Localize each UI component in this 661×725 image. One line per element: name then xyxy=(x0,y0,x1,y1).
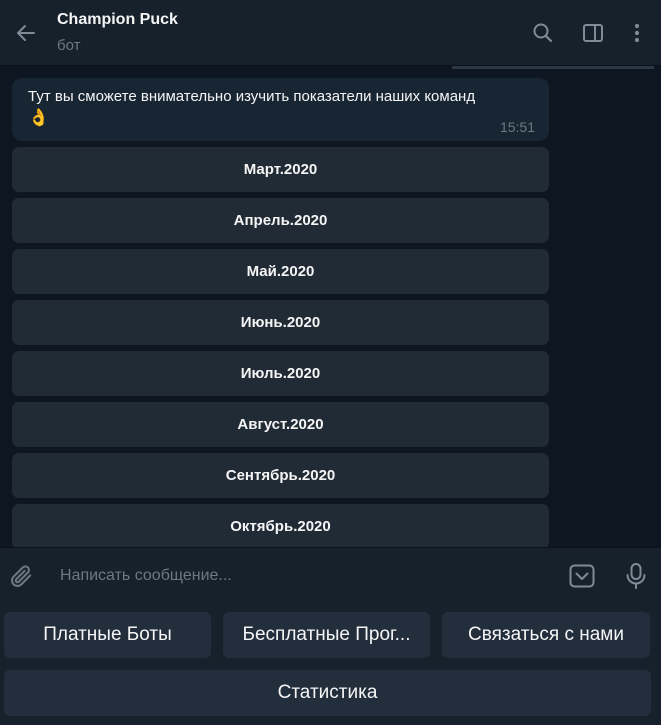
search-icon xyxy=(533,23,553,43)
telegram-chat-window: Champion Puck бот Тут вы сможете внимате… xyxy=(0,0,661,725)
paperclip-icon xyxy=(11,565,32,587)
inline-button-october[interactable]: Октябрь.2020 xyxy=(12,504,549,547)
reply-keyboard: Платные Боты Бесплатные Прог... Связатьс… xyxy=(0,603,661,725)
inline-button-march[interactable]: Март.2020 xyxy=(12,147,549,192)
inline-button-august[interactable]: Август.2020 xyxy=(12,402,549,447)
inline-button-june[interactable]: Июнь.2020 xyxy=(12,300,549,345)
inline-button-april[interactable]: Апрель.2020 xyxy=(12,198,549,243)
chat-title[interactable]: Champion Puck xyxy=(57,11,178,29)
keyboard-button-paid-bots[interactable]: Платные Боты xyxy=(4,612,211,658)
message-time: 15:51 xyxy=(499,119,535,135)
microphone-icon xyxy=(626,563,646,589)
back-arrow-icon xyxy=(17,25,35,41)
sidebar-toggle-icon xyxy=(583,24,603,42)
more-button[interactable] xyxy=(623,19,651,47)
message-input[interactable] xyxy=(58,562,538,590)
ok-hand-emoji-icon: 👌 xyxy=(28,108,50,127)
sidebar-toggle-button[interactable] xyxy=(579,19,607,47)
search-button[interactable] xyxy=(529,19,557,47)
keyboard-button-free-programs[interactable]: Бесплатные Прог... xyxy=(223,612,430,658)
inline-button-september[interactable]: Сентябрь.2020 xyxy=(12,453,549,498)
inline-button-may[interactable]: Май.2020 xyxy=(12,249,549,294)
keyboard-button-contact-us[interactable]: Связаться с нами xyxy=(442,612,650,658)
attach-button[interactable] xyxy=(6,561,36,591)
message-composer xyxy=(0,547,661,603)
chat-header: Champion Puck бот xyxy=(0,0,661,66)
more-vertical-icon xyxy=(634,23,640,43)
message-list[interactable]: Тут вы сможете внимательно изучить показ… xyxy=(0,67,661,547)
inline-button-july[interactable]: Июль.2020 xyxy=(12,351,549,396)
back-button[interactable] xyxy=(10,17,42,49)
keyboard-toggle-icon xyxy=(569,564,595,588)
bot-keyboard-toggle-button[interactable] xyxy=(567,561,597,591)
voice-record-button[interactable] xyxy=(622,561,650,591)
keyboard-button-statistics[interactable]: Статистика xyxy=(4,670,651,716)
message-text: Тут вы сможете внимательно изучить показ… xyxy=(28,88,476,105)
message-bubble[interactable]: Тут вы сможете внимательно изучить показ… xyxy=(12,78,549,141)
chat-subtitle: бот xyxy=(57,37,81,54)
